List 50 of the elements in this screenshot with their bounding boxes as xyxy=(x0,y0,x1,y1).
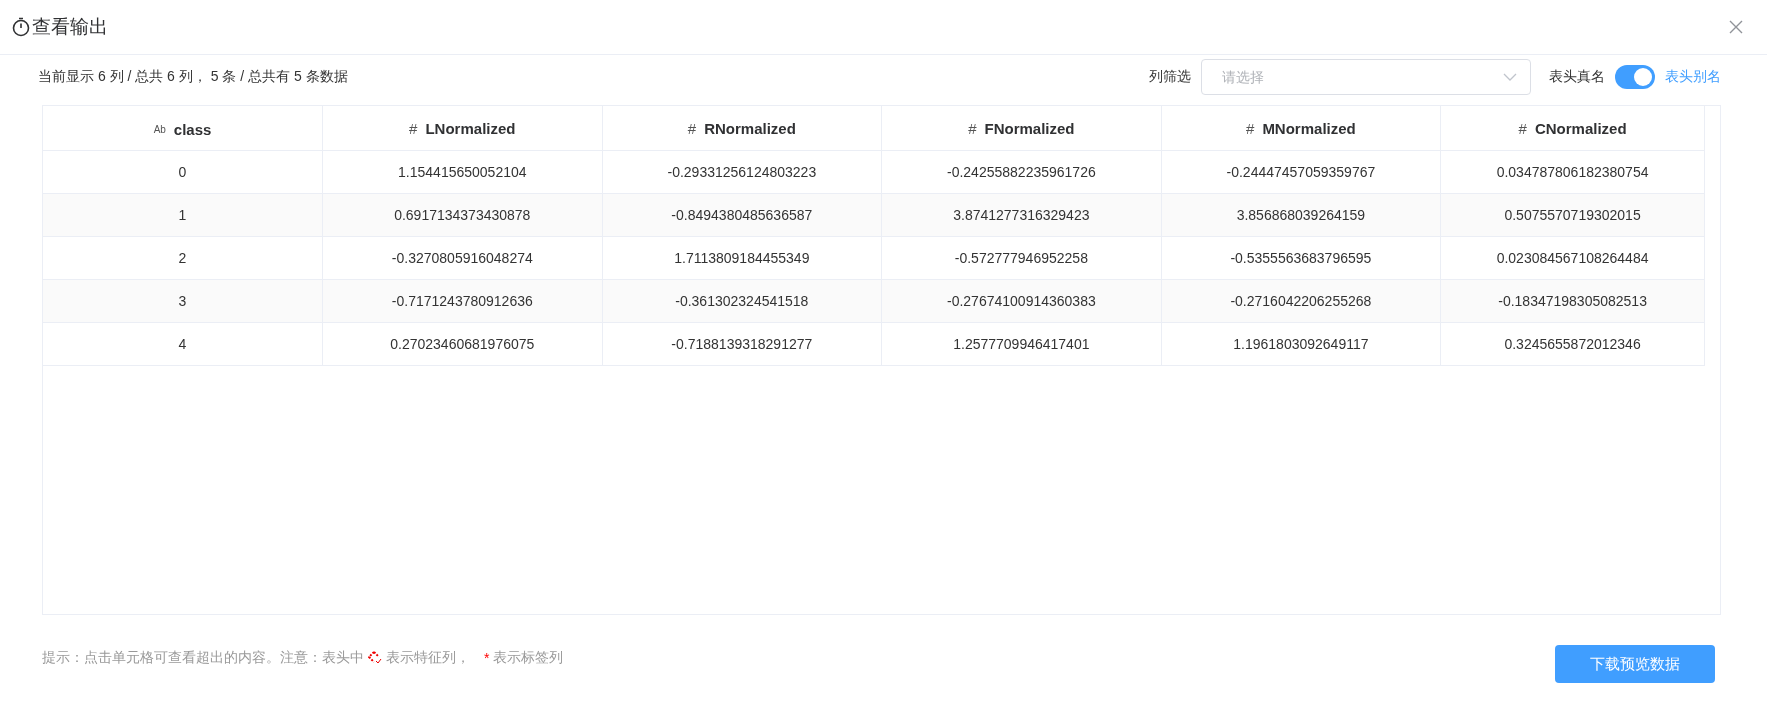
table-cell[interactable]: -0.5355563683796595 xyxy=(1161,236,1441,280)
table-cell[interactable]: 1.7113809184455349 xyxy=(602,236,882,280)
table-cell[interactable]: 3 xyxy=(43,279,323,323)
table-cell[interactable]: -0.361302324541518 xyxy=(602,279,882,323)
table-cell[interactable]: 4 xyxy=(43,322,323,366)
table-cell[interactable]: 0.034787806182380754 xyxy=(1440,150,1705,194)
table-cell[interactable]: -0.8494380485636587 xyxy=(602,193,882,237)
window-title: 查看输出 xyxy=(32,15,108,39)
table-cell[interactable]: 0.5075570719302015 xyxy=(1440,193,1705,237)
table-cell[interactable]: 0 xyxy=(43,150,323,194)
label-mark: * xyxy=(484,650,490,666)
table-cell[interactable]: 0.27023460681976075 xyxy=(322,322,603,366)
column-header[interactable]: # FNormalized xyxy=(881,106,1162,151)
table-cell[interactable]: -0.29331256124803223 xyxy=(602,150,882,194)
table-cell[interactable]: 1.2577709946417401 xyxy=(881,322,1162,366)
stopwatch-icon xyxy=(12,17,30,37)
close-button[interactable] xyxy=(1727,18,1745,36)
feature-icon xyxy=(368,651,382,665)
table-cell[interactable]: -0.27674100914360383 xyxy=(881,279,1162,323)
table-cell[interactable]: -0.572777946952258 xyxy=(881,236,1162,280)
table-cell[interactable]: -0.24447457059359767 xyxy=(1161,150,1441,194)
hint-text: 提示：点击单元格可查看超出的内容。注意：表头中 xyxy=(42,649,364,667)
table-cell[interactable]: 0.3245655872012346 xyxy=(1440,322,1705,366)
table-cell[interactable]: 1 xyxy=(43,193,323,237)
table-cell[interactable]: 0.6917134373430878 xyxy=(322,193,603,237)
chevron-down-icon xyxy=(1503,73,1517,81)
table-cell[interactable]: 1.1961803092649117 xyxy=(1161,322,1441,366)
toggle-switch[interactable] xyxy=(1615,65,1655,89)
hint-text: 表示标签列 xyxy=(493,649,564,667)
table-cell[interactable]: -0.24255882235961726 xyxy=(881,150,1162,194)
table-cell[interactable]: -0.3270805916048274 xyxy=(322,236,603,280)
table-cell[interactable]: -0.7188139318291277 xyxy=(602,322,882,366)
table-cell[interactable]: -0.7171243780912636 xyxy=(322,279,603,323)
column-filter-select[interactable]: 请选择 xyxy=(1201,59,1531,95)
column-header[interactable]: # MNormalized xyxy=(1161,106,1441,151)
table-cell[interactable]: 1.154415650052104 xyxy=(322,150,603,194)
summary-text: 当前显示 6 列 / 总共 6 列， 5 条 / 总共有 5 条数据 xyxy=(38,68,348,86)
table-cell[interactable]: 0.023084567108264484 xyxy=(1440,236,1705,280)
column-header[interactable]: # RNormalized xyxy=(602,106,882,151)
column-header[interactable]: Ab class xyxy=(43,106,323,151)
hint-text: 表示特征列， xyxy=(386,649,470,667)
column-header[interactable]: # LNormalized xyxy=(322,106,603,151)
toggle-label: 表头真名 xyxy=(1549,68,1605,86)
table-cell[interactable]: 3.8741277316329423 xyxy=(881,193,1162,237)
column-header[interactable]: # CNormalized xyxy=(1440,106,1705,151)
table-cell[interactable]: 3.856868039264159 xyxy=(1161,193,1441,237)
filter-label: 列筛选 xyxy=(1149,68,1191,86)
table-cell[interactable]: 2 xyxy=(43,236,323,280)
table-cell[interactable]: -0.18347198305082513 xyxy=(1440,279,1705,323)
table-cell[interactable]: -0.2716042206255268 xyxy=(1161,279,1441,323)
